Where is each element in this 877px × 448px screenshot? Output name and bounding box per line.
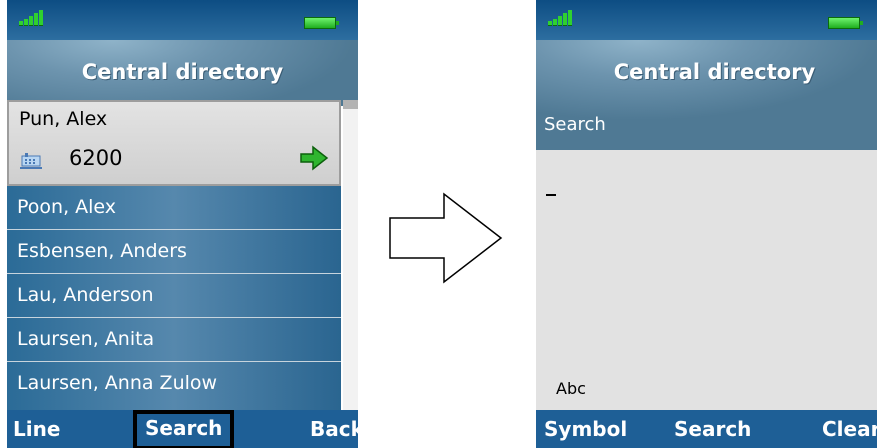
title-bar: Central directory Search (536, 40, 877, 150)
status-bar (7, 0, 358, 40)
contact-name: Pun, Alex (19, 108, 108, 130)
battery-icon (828, 17, 863, 29)
list-item[interactable]: Poon, Alex (7, 186, 341, 230)
title-bar: Central directory (7, 40, 358, 106)
signal-icon (548, 10, 572, 26)
phone-extension-icon (20, 153, 42, 169)
list-item[interactable]: Esbensen, Anders (7, 230, 341, 274)
signal-icon (19, 10, 43, 26)
list-item[interactable]: Lau, Anderson (7, 274, 341, 318)
line-softkey[interactable]: Line (13, 417, 60, 441)
left-phone-screen: Central directory Pun, Alex 6200 Poon, A… (7, 0, 358, 448)
clear-softkey[interactable]: Clear (822, 417, 877, 441)
search-softkey[interactable]: Search (674, 417, 751, 441)
call-arrow-icon[interactable] (299, 144, 329, 172)
flow-arrow-icon (389, 192, 503, 284)
scrollbar[interactable] (343, 100, 358, 410)
softkey-bar: Line Search Back (7, 410, 358, 448)
input-mode-indicator: Abc (556, 379, 586, 398)
page-title: Central directory (81, 60, 284, 84)
battery-icon (304, 17, 339, 29)
contact-number: 6200 (69, 146, 123, 170)
search-input[interactable]: Abc (536, 150, 877, 410)
list-item[interactable]: Laursen, Anita (7, 318, 341, 362)
scrollbar-thumb[interactable] (343, 100, 358, 109)
back-softkey[interactable]: Back (310, 417, 358, 441)
page-title: Central directory (613, 60, 816, 84)
softkey-bar: Symbol Search Clear (536, 410, 877, 448)
right-phone-screen: Central directory Search Abc Symbol Sear… (536, 0, 877, 448)
status-bar (536, 0, 877, 40)
symbol-softkey[interactable]: Symbol (544, 417, 627, 441)
search-heading: Search (544, 114, 606, 135)
selected-contact[interactable]: Pun, Alex 6200 (7, 100, 341, 186)
search-softkey[interactable]: Search (133, 410, 235, 448)
list-item[interactable]: Laursen, Anna Zulow (7, 362, 341, 406)
text-cursor (546, 194, 556, 196)
contact-list: Poon, Alex Esbensen, Anders Lau, Anderso… (7, 186, 341, 410)
